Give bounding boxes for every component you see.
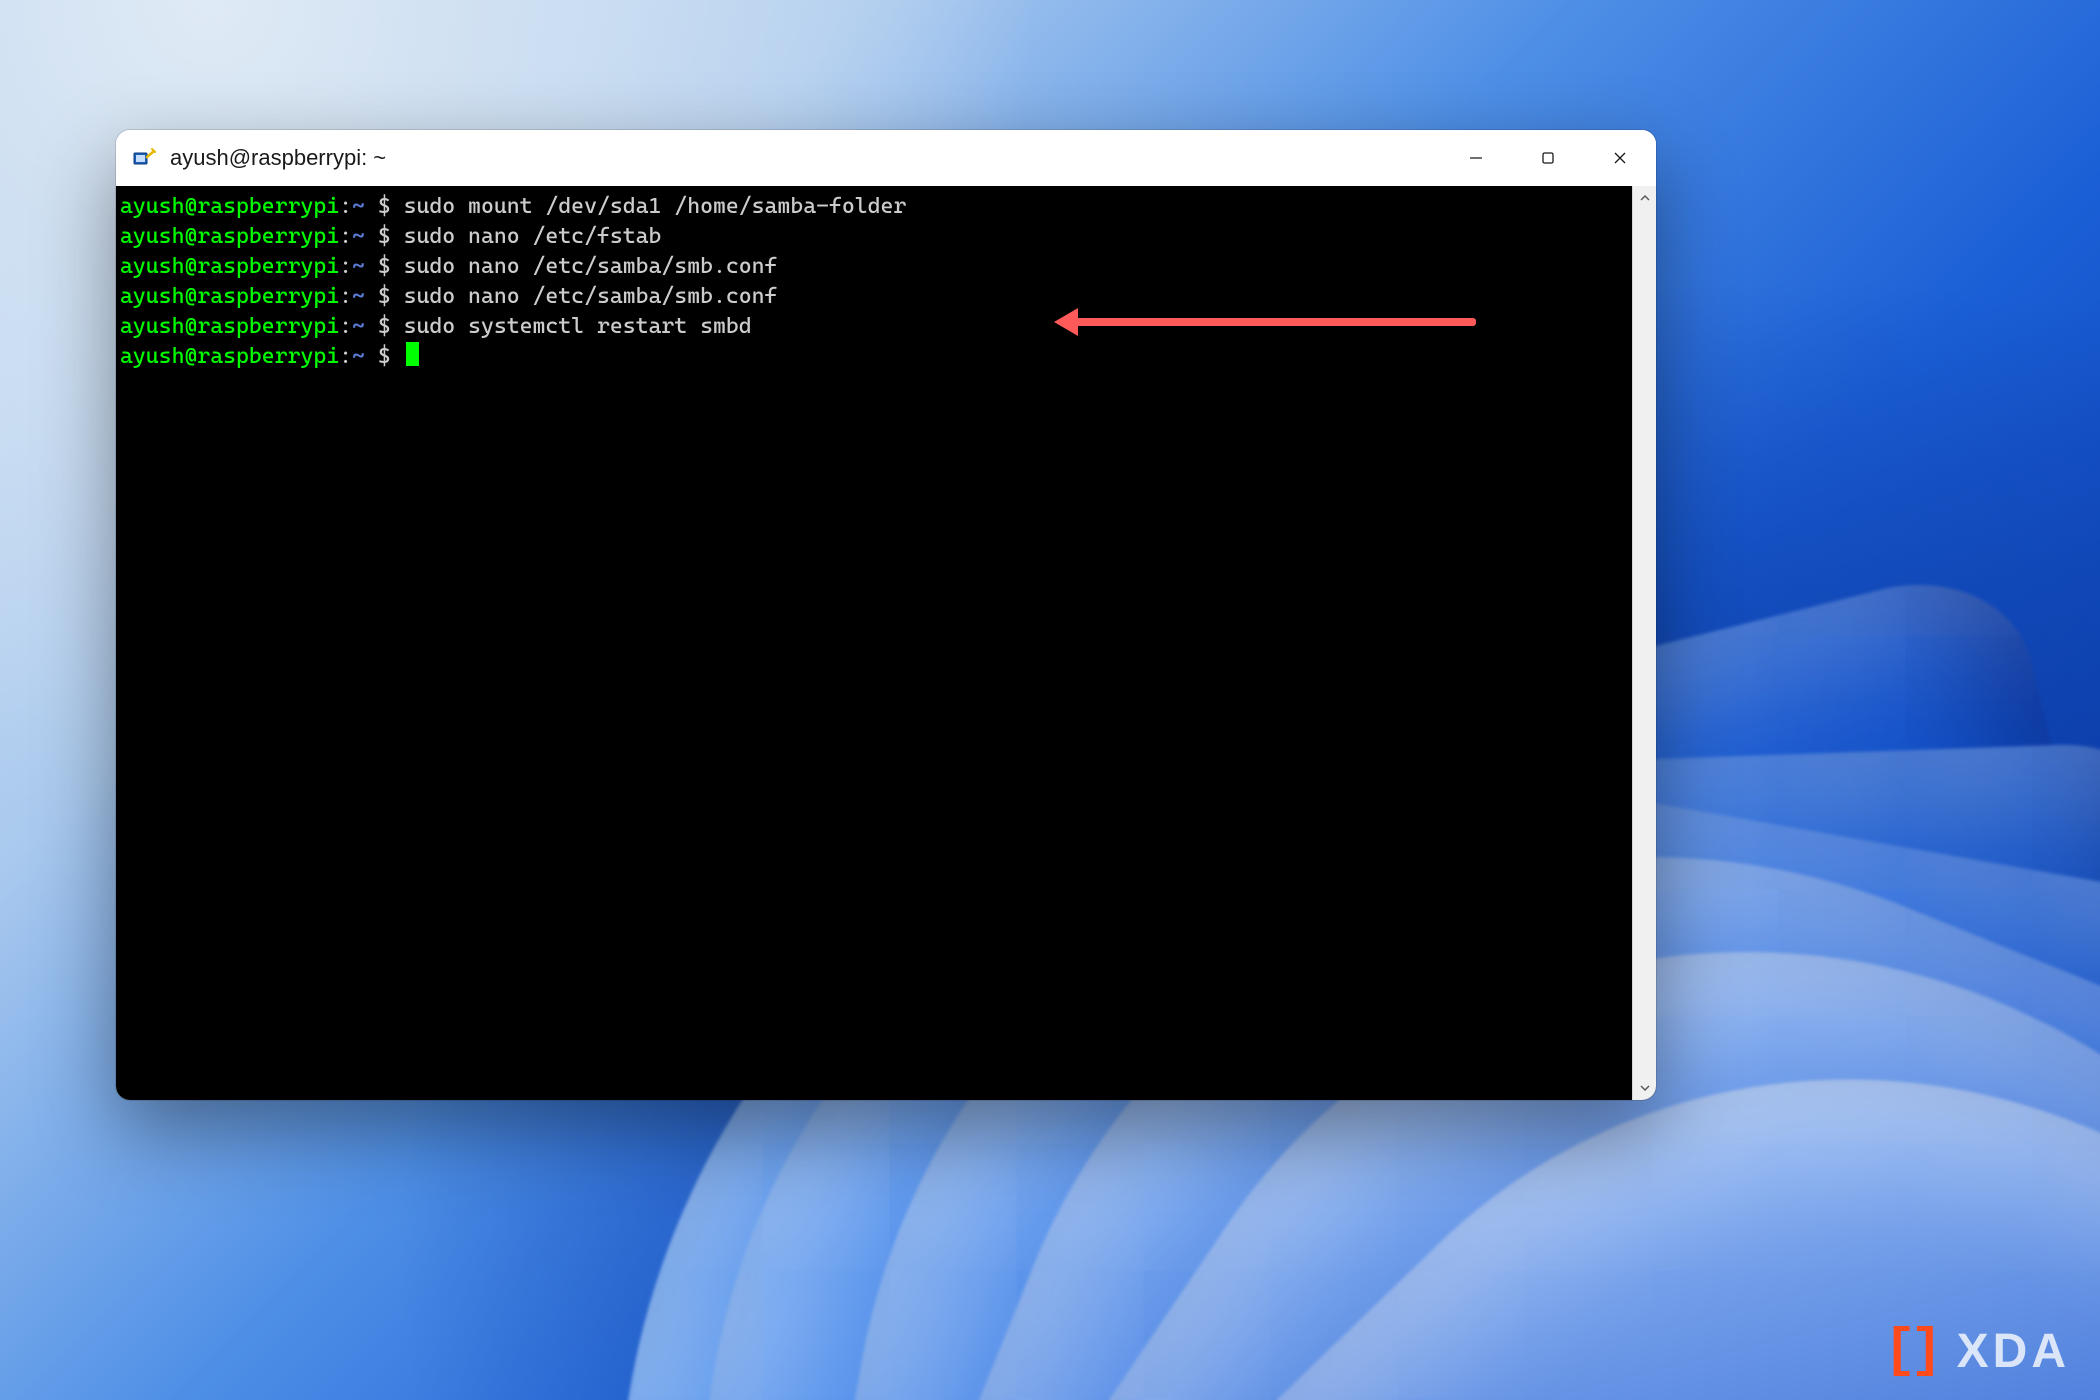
command-text: sudo nano /etc/samba/smb.conf [404, 254, 778, 279]
prompt-path: ~ [352, 224, 365, 249]
chevron-down-icon [1640, 1083, 1650, 1093]
terminal-line: ayush@raspberrypi:~ $ sudo nano /etc/fst… [120, 222, 1656, 252]
prompt-path: ~ [352, 314, 365, 339]
command-text: sudo nano /etc/samba/smb.conf [404, 284, 778, 309]
window-controls [1440, 130, 1656, 186]
desktop-wallpaper: ayush@raspberrypi: ~ ayush@raspberrypi:~… [0, 0, 2100, 1400]
scroll-up-button[interactable] [1633, 186, 1656, 210]
bracket-right-icon: ] [1910, 1321, 1946, 1382]
prompt-user: ayush [120, 284, 184, 309]
titlebar[interactable]: ayush@raspberrypi: ~ [116, 130, 1656, 186]
prompt-host: raspberrypi [197, 314, 339, 339]
watermark-text: XDA [1957, 1324, 2070, 1379]
prompt-user: ayush [120, 254, 184, 279]
annotation-arrow [1076, 318, 1476, 326]
chevron-up-icon [1640, 193, 1650, 203]
prompt-host: raspberrypi [197, 194, 339, 219]
command-text: sudo systemctl restart smbd [404, 314, 752, 339]
prompt-path: ~ [352, 254, 365, 279]
prompt-user: ayush [120, 224, 184, 249]
prompt-host: raspberrypi [197, 254, 339, 279]
prompt-path: ~ [352, 284, 365, 309]
terminal-window: ayush@raspberrypi: ~ ayush@raspberrypi:~… [116, 130, 1656, 1100]
prompt-path: ~ [352, 344, 365, 369]
prompt-path: ~ [352, 194, 365, 219]
maximize-icon [1540, 150, 1556, 166]
close-button[interactable] [1584, 130, 1656, 186]
xda-watermark: [ ] XDA [1884, 1321, 2070, 1382]
terminal-cursor [406, 342, 419, 366]
prompt-host: raspberrypi [197, 344, 339, 369]
close-icon [1612, 150, 1628, 166]
prompt-host: raspberrypi [197, 284, 339, 309]
prompt-user: ayush [120, 194, 184, 219]
prompt-user: ayush [120, 314, 184, 339]
scroll-down-button[interactable] [1633, 1076, 1656, 1100]
prompt-host: raspberrypi [197, 224, 339, 249]
terminal-line: ayush@raspberrypi:~ $ sudo nano /etc/sam… [120, 252, 1656, 282]
terminal-line: ayush@raspberrypi:~ $ sudo nano /etc/sam… [120, 282, 1656, 312]
terminal-line: ayush@raspberrypi:~ $ sudo systemctl res… [120, 312, 1656, 342]
window-title: ayush@raspberrypi: ~ [170, 145, 1440, 171]
terminal-body[interactable]: ayush@raspberrypi:~ $ sudo mount /dev/sd… [116, 186, 1656, 1100]
putty-icon [132, 146, 156, 170]
scrollbar[interactable] [1632, 186, 1656, 1100]
maximize-button[interactable] [1512, 130, 1584, 186]
command-text: sudo mount /dev/sda1 /home/samba-folder [404, 194, 907, 219]
terminal-line: ayush@raspberrypi:~ $ [120, 342, 1656, 372]
minimize-button[interactable] [1440, 130, 1512, 186]
minimize-icon [1468, 150, 1484, 166]
prompt-user: ayush [120, 344, 184, 369]
terminal-line: ayush@raspberrypi:~ $ sudo mount /dev/sd… [120, 192, 1656, 222]
command-text: sudo nano /etc/fstab [404, 224, 662, 249]
